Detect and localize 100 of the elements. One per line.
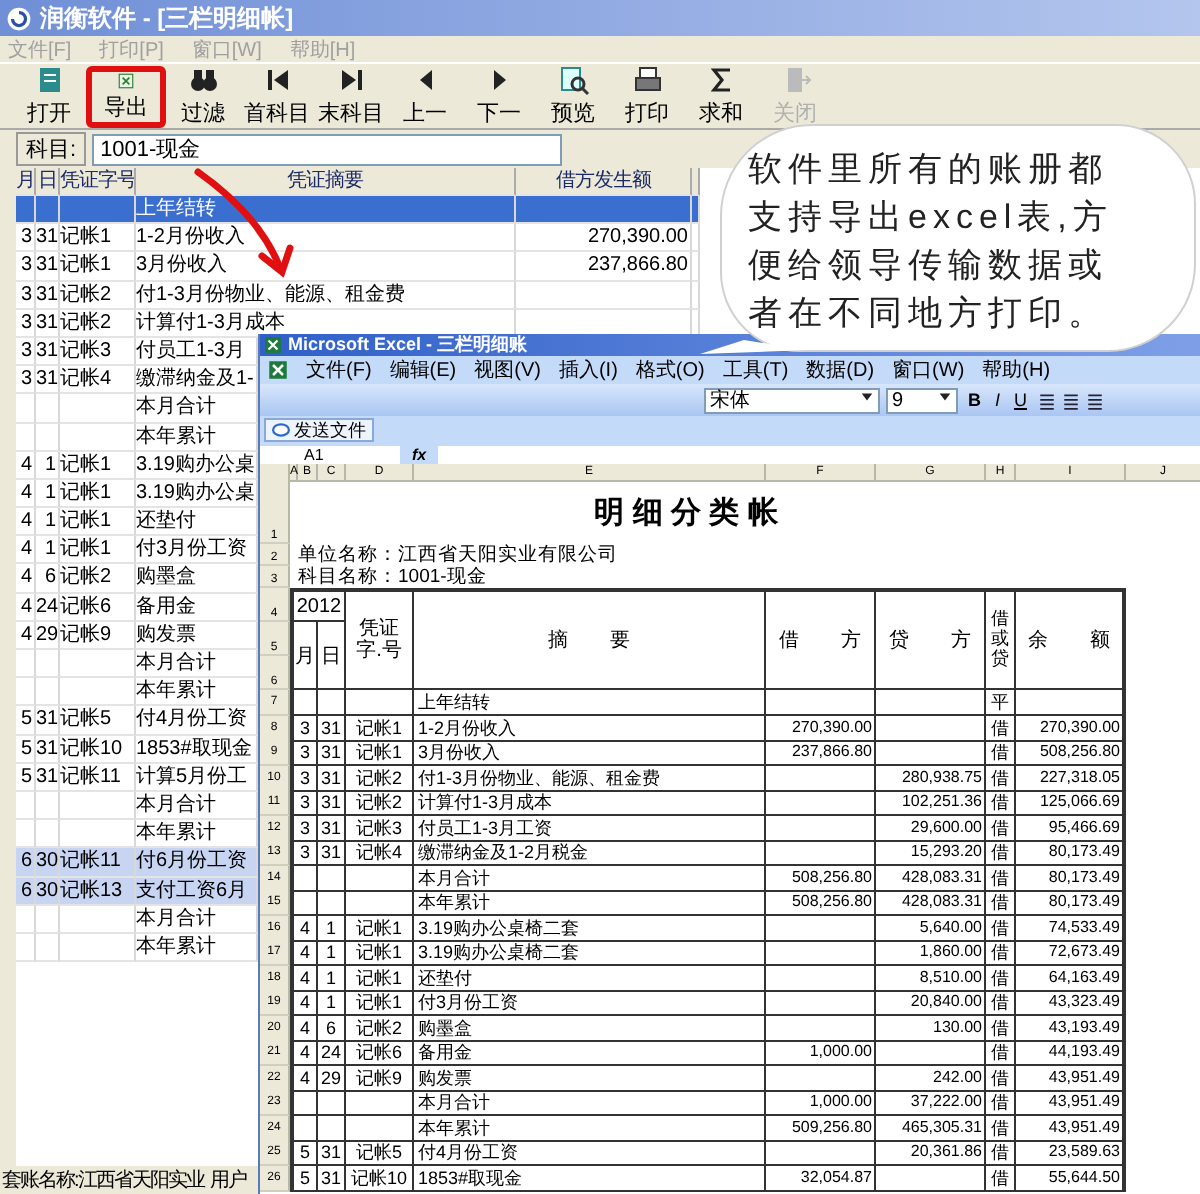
- send-file-button[interactable]: 发送文件: [264, 418, 374, 442]
- menu-item[interactable]: 文件(F): [306, 356, 372, 384]
- table-cell: 31: [318, 765, 346, 791]
- toolbar-button[interactable]: 预览: [536, 64, 610, 128]
- table-row[interactable]: 3 31记帐4 缴滞纳金及1-: [16, 366, 258, 395]
- month-text: 3: [20, 368, 32, 391]
- toolbar-button[interactable]: 打开: [12, 64, 86, 128]
- summary-text: 本月合计: [136, 652, 216, 674]
- format-button[interactable]: U: [1010, 390, 1032, 410]
- table-row[interactable]: 上年结转: [16, 196, 700, 225]
- font-field[interactable]: 宋体: [704, 387, 880, 413]
- table-cell: 31: [318, 840, 346, 866]
- menu-item[interactable]: 编辑(E): [389, 356, 457, 384]
- menu-item[interactable]: 数据(D): [806, 356, 875, 384]
- summary-text: 1853#取现金: [136, 737, 252, 760]
- table-row[interactable]: 本月合计: [16, 905, 258, 934]
- table-cell: 130.00: [876, 1015, 986, 1041]
- month-text: 4: [20, 566, 32, 589]
- menu-item[interactable]: 窗口(W): [892, 356, 965, 384]
- column-header: 凭证字.号: [346, 588, 414, 690]
- preview-icon: [557, 64, 589, 96]
- table-row[interactable]: 4 6 记帐2 购墨盒: [16, 564, 258, 594]
- summary-text: 支付工资6月: [136, 879, 248, 901]
- toolbar-button[interactable]: 首科目: [240, 64, 314, 128]
- table-cell: 270,390.00: [766, 715, 876, 741]
- table-row[interactable]: 本月合计: [16, 791, 258, 821]
- summary-text: 付员工1-3月: [136, 339, 245, 362]
- table-cell: 记帐1: [346, 915, 414, 941]
- align-icon[interactable]: [1037, 391, 1056, 409]
- menu-item[interactable]: 工具(T): [722, 356, 789, 384]
- dropdown-caret-icon[interactable]: [860, 389, 874, 403]
- table-cell: 3.19购办公桌椅二套: [414, 940, 766, 966]
- table-cell: 4: [290, 1015, 318, 1041]
- status-text: 用户: [209, 1167, 246, 1194]
- table-row[interactable]: 本年累计: [16, 933, 258, 963]
- align-icon[interactable]: [1061, 391, 1080, 409]
- month-text: 5: [20, 765, 32, 788]
- table-cell: 102,251.36: [876, 790, 986, 816]
- toolbar-button[interactable]: 打印: [610, 64, 684, 128]
- menu-item[interactable]: 视图(V): [474, 356, 541, 384]
- month-text: 3: [20, 283, 32, 306]
- table-cell: 80,173.49: [1016, 865, 1126, 891]
- month-text: 4: [20, 538, 32, 561]
- toolbar-button[interactable]: 上一: [388, 64, 462, 128]
- table-row[interactable]: 本年累计: [16, 678, 258, 707]
- table-cell: 记帐1: [346, 965, 414, 991]
- summary-text: 3.19购办公桌: [136, 481, 255, 504]
- menu-item[interactable]: 格式(O): [635, 356, 705, 384]
- format-button[interactable]: B: [964, 390, 985, 410]
- table-row[interactable]: 4 1 记帐1 还垫付: [16, 508, 258, 537]
- table-row[interactable]: 3 31记帐2 付1-3月份物业、能源、租金费: [16, 281, 700, 310]
- table-row[interactable]: 本月合计: [16, 394, 258, 423]
- table-row[interactable]: 4 1 记帐1 3.19购办公桌: [16, 451, 258, 480]
- align-icon[interactable]: [1085, 391, 1104, 409]
- name-box[interactable]: A1: [260, 445, 400, 463]
- table-row[interactable]: 5 31记帐5 付4月份工资: [16, 706, 258, 736]
- table-row[interactable]: 5 31记帐10 1853#取现金: [16, 735, 258, 764]
- table-row[interactable]: 6 30记帐11 付6月份工资: [16, 848, 258, 877]
- menu-item[interactable]: 插入(I): [558, 356, 618, 384]
- table-cell: 1,000.00: [766, 1040, 876, 1066]
- formula-field[interactable]: [438, 445, 1200, 463]
- table-cell: 借: [986, 1165, 1016, 1191]
- table-row[interactable]: 3 31记帐1 3月份收入 237,866.80: [16, 252, 700, 282]
- table-cell: 31: [318, 790, 346, 816]
- table-row[interactable]: 5 31记帐11 计算5月份工: [16, 763, 258, 792]
- toolbar-button[interactable]: 末科目: [314, 64, 388, 128]
- table-row[interactable]: 6 30记帐13 支付工资6月: [16, 877, 258, 906]
- menu-item[interactable]: 帮助(H): [982, 356, 1051, 384]
- voucher-text: 记帐1: [60, 254, 112, 277]
- toolbar-button[interactable]: 过滤: [166, 64, 240, 128]
- summary-text: 1-2月份收入: [136, 226, 245, 249]
- subject-field[interactable]: 1001-现金: [92, 133, 563, 165]
- dropdown-caret-icon[interactable]: [938, 389, 952, 403]
- table-cell: 本月合计: [414, 1090, 766, 1116]
- table-row[interactable]: 4 1 记帐1 3.19购办公桌: [16, 479, 258, 509]
- table-row[interactable]: 3 31记帐3 付员工1-3月: [16, 337, 258, 367]
- table-cell: 280,938.75: [876, 765, 986, 791]
- toolbar-button[interactable]: 导出: [86, 66, 166, 128]
- toolbar-button[interactable]: 求和: [684, 64, 758, 128]
- table-cell: 20,840.00: [876, 990, 986, 1016]
- format-button[interactable]: I: [991, 390, 1005, 410]
- table-row[interactable]: 4 24记帐6 备用金: [16, 593, 258, 622]
- voucher-text: 记帐2: [60, 566, 112, 589]
- table-row[interactable]: 3 31记帐1 1-2月份收入 270,390.00: [16, 224, 700, 253]
- table-cell: 记帐2: [346, 1015, 414, 1041]
- toolbar-button[interactable]: 下一: [462, 64, 536, 128]
- summary-text: 缴滞纳金及1-: [136, 368, 254, 391]
- voucher-text: 记帐11: [60, 850, 121, 873]
- table-row[interactable]: 本月合计: [16, 650, 258, 679]
- summary-text: 付4月份工资: [136, 708, 248, 731]
- voucher-text: 记帐3: [60, 339, 112, 362]
- table-row[interactable]: 本年累计: [16, 423, 258, 452]
- empty-cell: [766, 1140, 876, 1166]
- table-cell: 3月份收入: [414, 740, 766, 766]
- table-cell: 付3月份工资: [414, 990, 766, 1016]
- table-row[interactable]: 4 1 记帐1 付3月份工资: [16, 536, 258, 565]
- font-size-field[interactable]: 9: [886, 387, 958, 413]
- table-cell: 借: [986, 1040, 1016, 1066]
- voucher-text: 记帐6: [60, 595, 112, 618]
- table-row[interactable]: 4 29记帐9 购发票: [16, 621, 258, 650]
